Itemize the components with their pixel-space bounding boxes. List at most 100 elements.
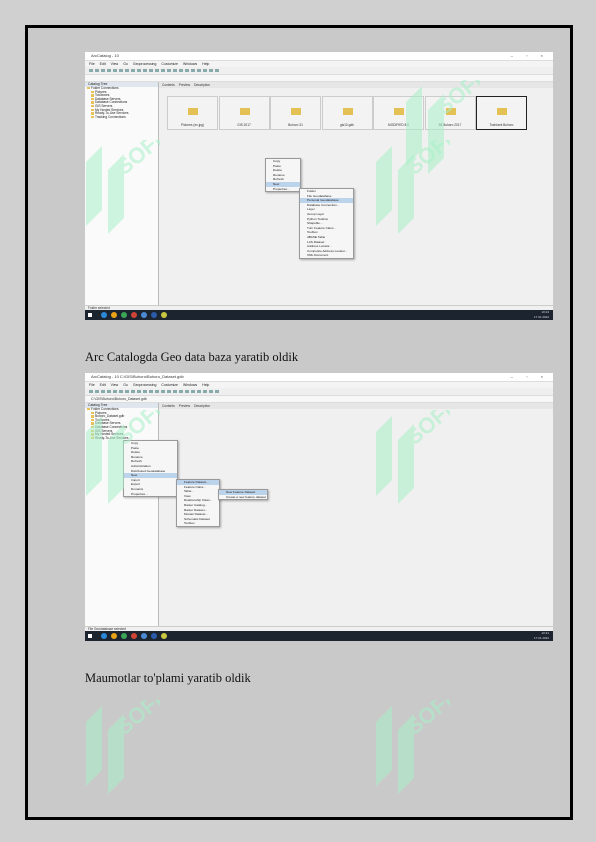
toolbar-button-icon[interactable] — [107, 69, 111, 72]
new-submenu[interactable]: Folder File Geodatabase Personal Geodataba… — [299, 188, 354, 259]
taskbar-app-icon[interactable] — [141, 312, 147, 318]
toolbar-button-icon[interactable] — [137, 390, 141, 393]
menu-item[interactable]: Windows — [183, 62, 197, 66]
toolbar-button-icon[interactable] — [149, 390, 153, 393]
taskbar-app-icon[interactable] — [121, 633, 127, 639]
taskbar-app-icon[interactable] — [151, 312, 157, 318]
toolbar-button-icon[interactable] — [125, 69, 129, 72]
contents-pane[interactable]: Contents Preview Description Pictures (ex.… — [159, 82, 553, 308]
menu-item[interactable]: Toolbox — [177, 521, 219, 526]
menu-item[interactable]: File — [89, 383, 95, 387]
toolbar-button-icon[interactable] — [209, 69, 213, 72]
toolbar-button-icon[interactable] — [209, 390, 213, 393]
folder-thumbnail[interactable]: GIS 2017 — [218, 96, 270, 130]
menu-item[interactable]: Customize — [161, 383, 178, 387]
windows-taskbar[interactable]: 10:31 17.01.2022 — [85, 631, 553, 641]
folder-thumbnail[interactable]: gis10.gdb — [321, 96, 373, 130]
toolbar-button-icon[interactable] — [167, 390, 171, 393]
menu-item[interactable]: Create a new feature dataset — [219, 495, 267, 500]
folder-thumbnail[interactable]: Pictures (ex.jpg) — [167, 96, 218, 130]
menu-item[interactable]: Go — [123, 383, 128, 387]
tab-description[interactable]: Description — [194, 404, 210, 408]
toolbar-button-icon[interactable] — [113, 69, 117, 72]
toolbar-button-icon[interactable] — [161, 69, 165, 72]
toolbar-button-icon[interactable] — [95, 390, 99, 393]
toolbar-button-icon[interactable] — [89, 69, 93, 72]
taskbar-arcgis-icon[interactable] — [161, 633, 167, 639]
windows-taskbar[interactable]: 10:24 17.01.2022 — [85, 310, 553, 320]
toolbar-button-icon[interactable] — [149, 69, 153, 72]
start-icon[interactable] — [88, 634, 92, 638]
folder-thumbnail[interactable]: Buhoro 31 — [270, 96, 321, 130]
context-menu[interactable]: Copy Paste Delete Rename Refresh Administrati… — [123, 440, 178, 498]
catalog-tree[interactable]: Catalog Tree Folder Connections Pictures B… — [85, 403, 159, 629]
location-bar[interactable]: C:\GIS\Buhoro\Buhoro_Dataset.gdb — [85, 396, 553, 403]
taskbar-app-icon[interactable] — [131, 633, 137, 639]
toolbar-button-icon[interactable] — [191, 390, 195, 393]
toolbar-button-icon[interactable] — [185, 390, 189, 393]
toolbar-button-icon[interactable] — [119, 69, 123, 72]
tab-preview[interactable]: Preview — [179, 83, 190, 87]
menu-item[interactable]: File — [89, 62, 95, 66]
menu-item[interactable]: Windows — [183, 383, 197, 387]
folder-thumbnail[interactable]: MODIFIED 8.0 — [373, 96, 424, 130]
menu-item[interactable]: Geoprocessing — [133, 383, 157, 387]
toolbar-button-icon[interactable] — [131, 390, 135, 393]
toolbar-button-icon[interactable] — [155, 390, 159, 393]
location-bar[interactable] — [85, 75, 553, 82]
toolbar[interactable] — [85, 67, 553, 75]
toolbar-button-icon[interactable] — [215, 69, 219, 72]
toolbar-button-icon[interactable] — [107, 390, 111, 393]
toolbar-button-icon[interactable] — [215, 390, 219, 393]
taskbar-app-icon[interactable] — [151, 633, 157, 639]
toolbar-button-icon[interactable] — [173, 390, 177, 393]
tree-item[interactable]: Tracking Connections — [85, 115, 158, 120]
toolbar-button-icon[interactable] — [191, 69, 195, 72]
toolbar-button-icon[interactable] — [131, 69, 135, 72]
taskbar-app-icon[interactable] — [111, 312, 117, 318]
tab-description[interactable]: Description — [194, 83, 210, 87]
menu-item[interactable]: Help — [202, 62, 209, 66]
taskbar-app-icon[interactable] — [121, 312, 127, 318]
menu-item[interactable]: Edit — [100, 62, 106, 66]
toolbar-button-icon[interactable] — [89, 390, 93, 393]
folder-thumbnail[interactable]: Toshkent Buhoro — [476, 96, 527, 130]
toolbar-button-icon[interactable] — [101, 390, 105, 393]
taskbar-app-icon[interactable] — [131, 312, 137, 318]
folder-thumbnail[interactable]: Bil Buhoro 2017 — [424, 96, 476, 130]
toolbar-button-icon[interactable] — [203, 390, 207, 393]
menu-item[interactable]: View — [111, 383, 119, 387]
toolbar-button-icon[interactable] — [143, 390, 147, 393]
toolbar-button-icon[interactable] — [95, 69, 99, 72]
view-tabs[interactable]: Contents Preview Description — [159, 82, 553, 88]
view-tabs[interactable]: Contents Preview Description — [159, 403, 553, 409]
catalog-tree[interactable]: Catalog Tree Folder Connections Pictures T… — [85, 82, 159, 308]
toolbar-button-icon[interactable] — [179, 69, 183, 72]
menu-item[interactable]: Properties... — [124, 492, 177, 497]
toolbar-button-icon[interactable] — [125, 390, 129, 393]
system-tray-clock[interactable]: 10:24 17.01.2022 — [534, 310, 549, 320]
new-submenu[interactable]: Feature Dataset... Feature Class... Table.… — [176, 479, 220, 527]
toolbar-button-icon[interactable] — [167, 69, 171, 72]
toolbar-button-icon[interactable] — [185, 69, 189, 72]
menu-item[interactable]: Properties... — [266, 187, 300, 192]
toolbar-button-icon[interactable] — [137, 69, 141, 72]
tab-contents[interactable]: Contents — [162, 404, 175, 408]
toolbar-button-icon[interactable] — [143, 69, 147, 72]
taskbar-app-icon[interactable] — [101, 312, 107, 318]
toolbar-button-icon[interactable] — [197, 390, 201, 393]
start-icon[interactable] — [88, 313, 92, 317]
taskbar-app-icon[interactable] — [141, 633, 147, 639]
toolbar-button-icon[interactable] — [197, 69, 201, 72]
menu-item[interactable]: Geoprocessing — [133, 62, 157, 66]
toolbar-button-icon[interactable] — [119, 390, 123, 393]
window-controls[interactable]: – ▫ × — [511, 373, 549, 381]
toolbar-button-icon[interactable] — [173, 69, 177, 72]
system-tray-clock[interactable]: 10:31 17.01.2022 — [534, 631, 549, 641]
menu-item[interactable]: XML Document — [300, 253, 353, 258]
toolbar-button-icon[interactable] — [179, 390, 183, 393]
taskbar-app-icon[interactable] — [101, 633, 107, 639]
taskbar-arcgis-icon[interactable] — [161, 312, 167, 318]
tab-contents[interactable]: Contents — [162, 83, 175, 87]
menu-item[interactable]: Help — [202, 383, 209, 387]
